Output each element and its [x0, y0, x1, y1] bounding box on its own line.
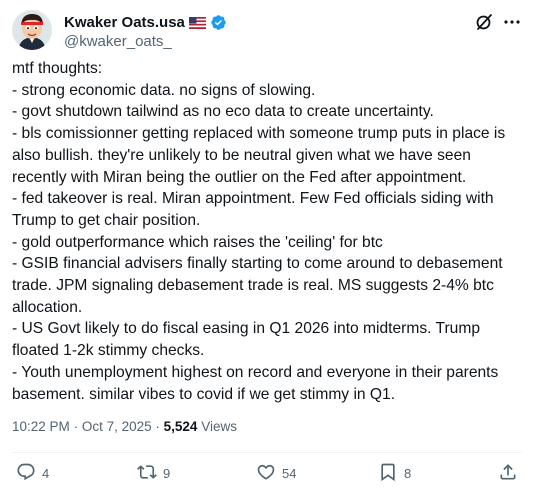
share-icon [498, 462, 518, 485]
meta-separator: · [155, 419, 160, 434]
bookmark-count: 8 [404, 466, 412, 481]
like-count: 54 [282, 466, 297, 481]
repost-count: 9 [163, 466, 171, 481]
tweet-header: Kwaker Oats.usa @kwaker_oats_ [12, 8, 522, 52]
display-name[interactable]: Kwaker Oats.usa [64, 14, 185, 31]
avatar[interactable] [12, 10, 52, 50]
divider [12, 452, 522, 453]
reply-button[interactable]: 4 [16, 462, 49, 485]
action-bar: 4 9 54 8 [12, 460, 522, 486]
bookmark-button[interactable]: 8 [378, 462, 411, 485]
meta-separator: · [73, 419, 79, 434]
tweet-time[interactable]: 10:22 PM [12, 419, 70, 434]
repost-icon [137, 462, 157, 485]
more-options-icon[interactable] [502, 12, 522, 32]
verified-badge-icon[interactable] [210, 14, 227, 31]
tweet-text: mtf thoughts: - strong economic data. no… [12, 60, 506, 403]
heart-icon [256, 462, 276, 485]
share-button[interactable] [498, 462, 518, 485]
repost-button[interactable]: 9 [137, 462, 170, 485]
author-handle[interactable]: @kwaker_oats_ [64, 33, 227, 50]
reply-icon [16, 462, 36, 485]
views-count: 5,524 [163, 419, 198, 434]
reply-count: 4 [42, 466, 50, 481]
author-names: Kwaker Oats.usa @kwaker_oats_ [64, 12, 227, 50]
tweet-date[interactable]: Oct 7, 2025 [82, 419, 152, 434]
display-name-row[interactable]: Kwaker Oats.usa [64, 12, 227, 32]
grok-icon[interactable] [474, 12, 494, 32]
views-label: Views [201, 419, 237, 434]
tweet-metadata: 10:22 PM · Oct 7, 2025 · 5,524 Views [12, 419, 237, 434]
like-button[interactable]: 54 [256, 462, 296, 485]
us-flag-icon [188, 16, 206, 29]
bookmark-icon [378, 462, 398, 485]
